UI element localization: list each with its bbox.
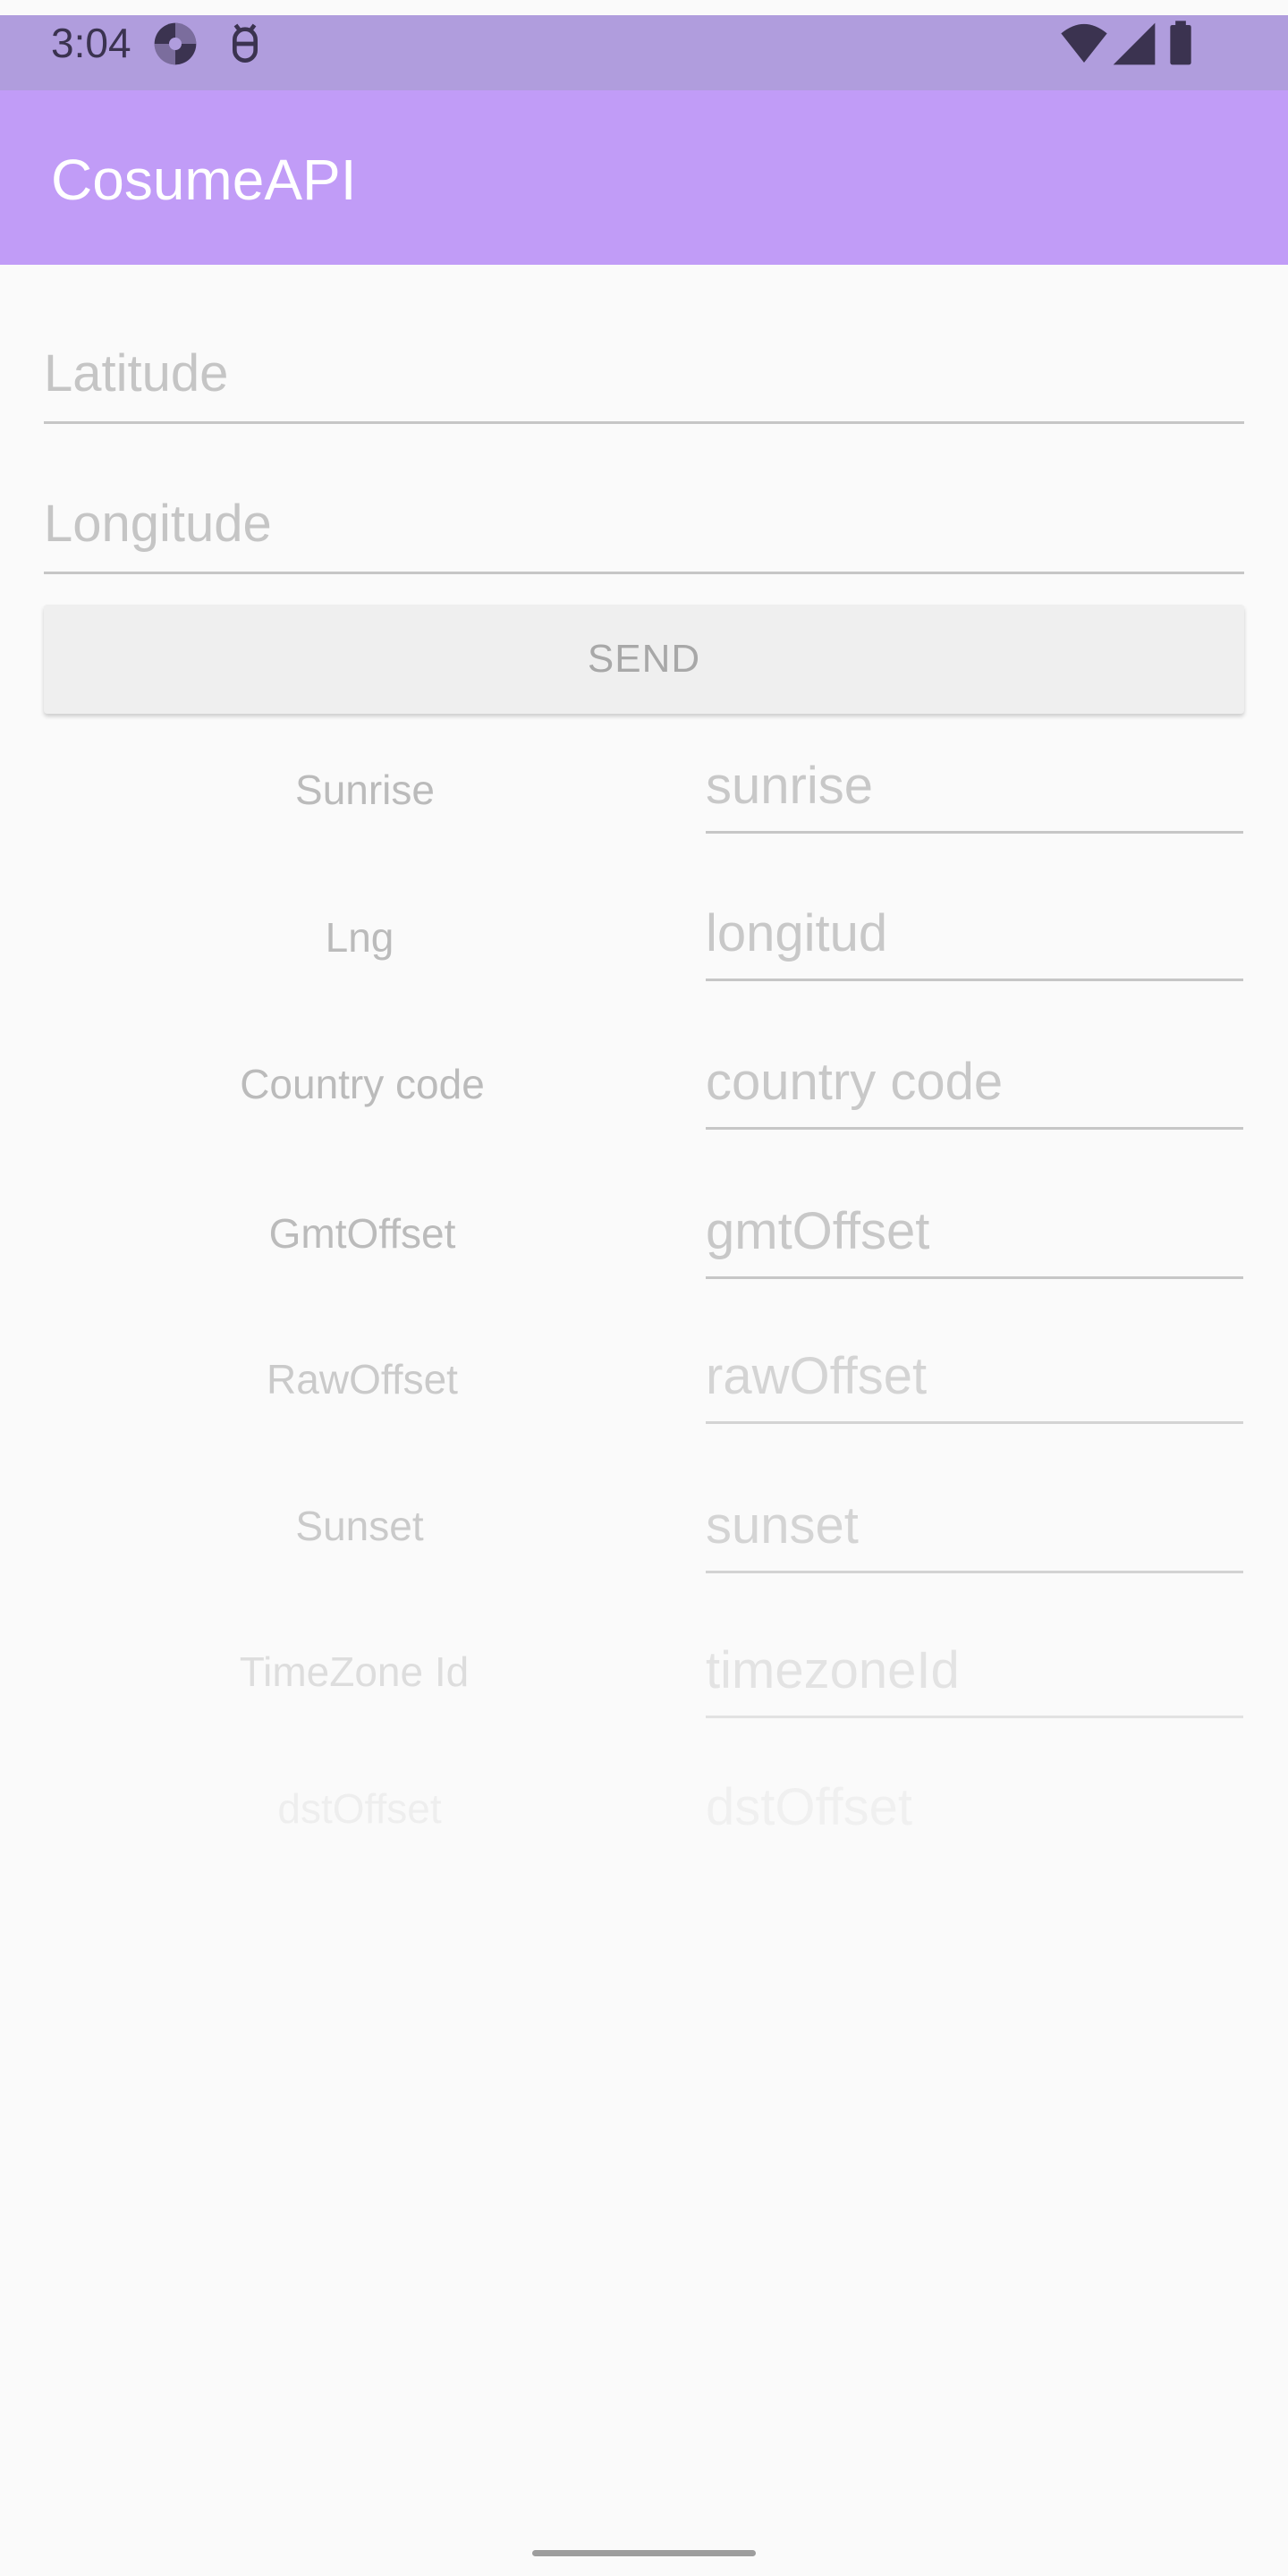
timezone-id-label: TimeZone Id	[239, 1648, 470, 1695]
android-debug-icon	[220, 19, 270, 69]
cellular-signal-icon	[1109, 19, 1159, 69]
app-bar: CosumeAPI	[0, 90, 1288, 265]
dst-offset-field[interactable]	[706, 1773, 1243, 1855]
pinwheel-app-icon	[150, 19, 200, 69]
sunrise-label: Sunrise	[295, 767, 435, 813]
longitude-input[interactable]	[44, 488, 1244, 574]
raw-offset-label: RawOffset	[267, 1356, 458, 1402]
lng-label: Lng	[325, 914, 394, 961]
sunset-label: Sunset	[295, 1503, 424, 1549]
country-code-label: Country code	[240, 1061, 485, 1107]
country-code-field[interactable]	[706, 1047, 1243, 1130]
gmt-offset-label: GmtOffset	[268, 1210, 456, 1257]
status-bar: 3:04	[0, 15, 1288, 90]
send-button[interactable]: SEND	[44, 605, 1244, 714]
dst-offset-label: dstOffset	[277, 1785, 442, 1832]
longitude-result-field[interactable]	[706, 899, 1243, 981]
app-title: CosumeAPI	[51, 148, 357, 212]
raw-offset-field[interactable]	[706, 1342, 1243, 1424]
sunrise-field[interactable]	[706, 751, 1243, 834]
timezone-id-field[interactable]	[706, 1636, 1243, 1718]
gmt-offset-field[interactable]	[706, 1197, 1243, 1279]
latitude-input[interactable]	[44, 338, 1244, 424]
gesture-navigation-bar[interactable]	[532, 2550, 756, 2556]
sunset-field[interactable]	[706, 1491, 1243, 1573]
wifi-icon	[1059, 19, 1109, 69]
battery-icon	[1163, 19, 1199, 69]
status-time: 3:04	[51, 20, 131, 66]
